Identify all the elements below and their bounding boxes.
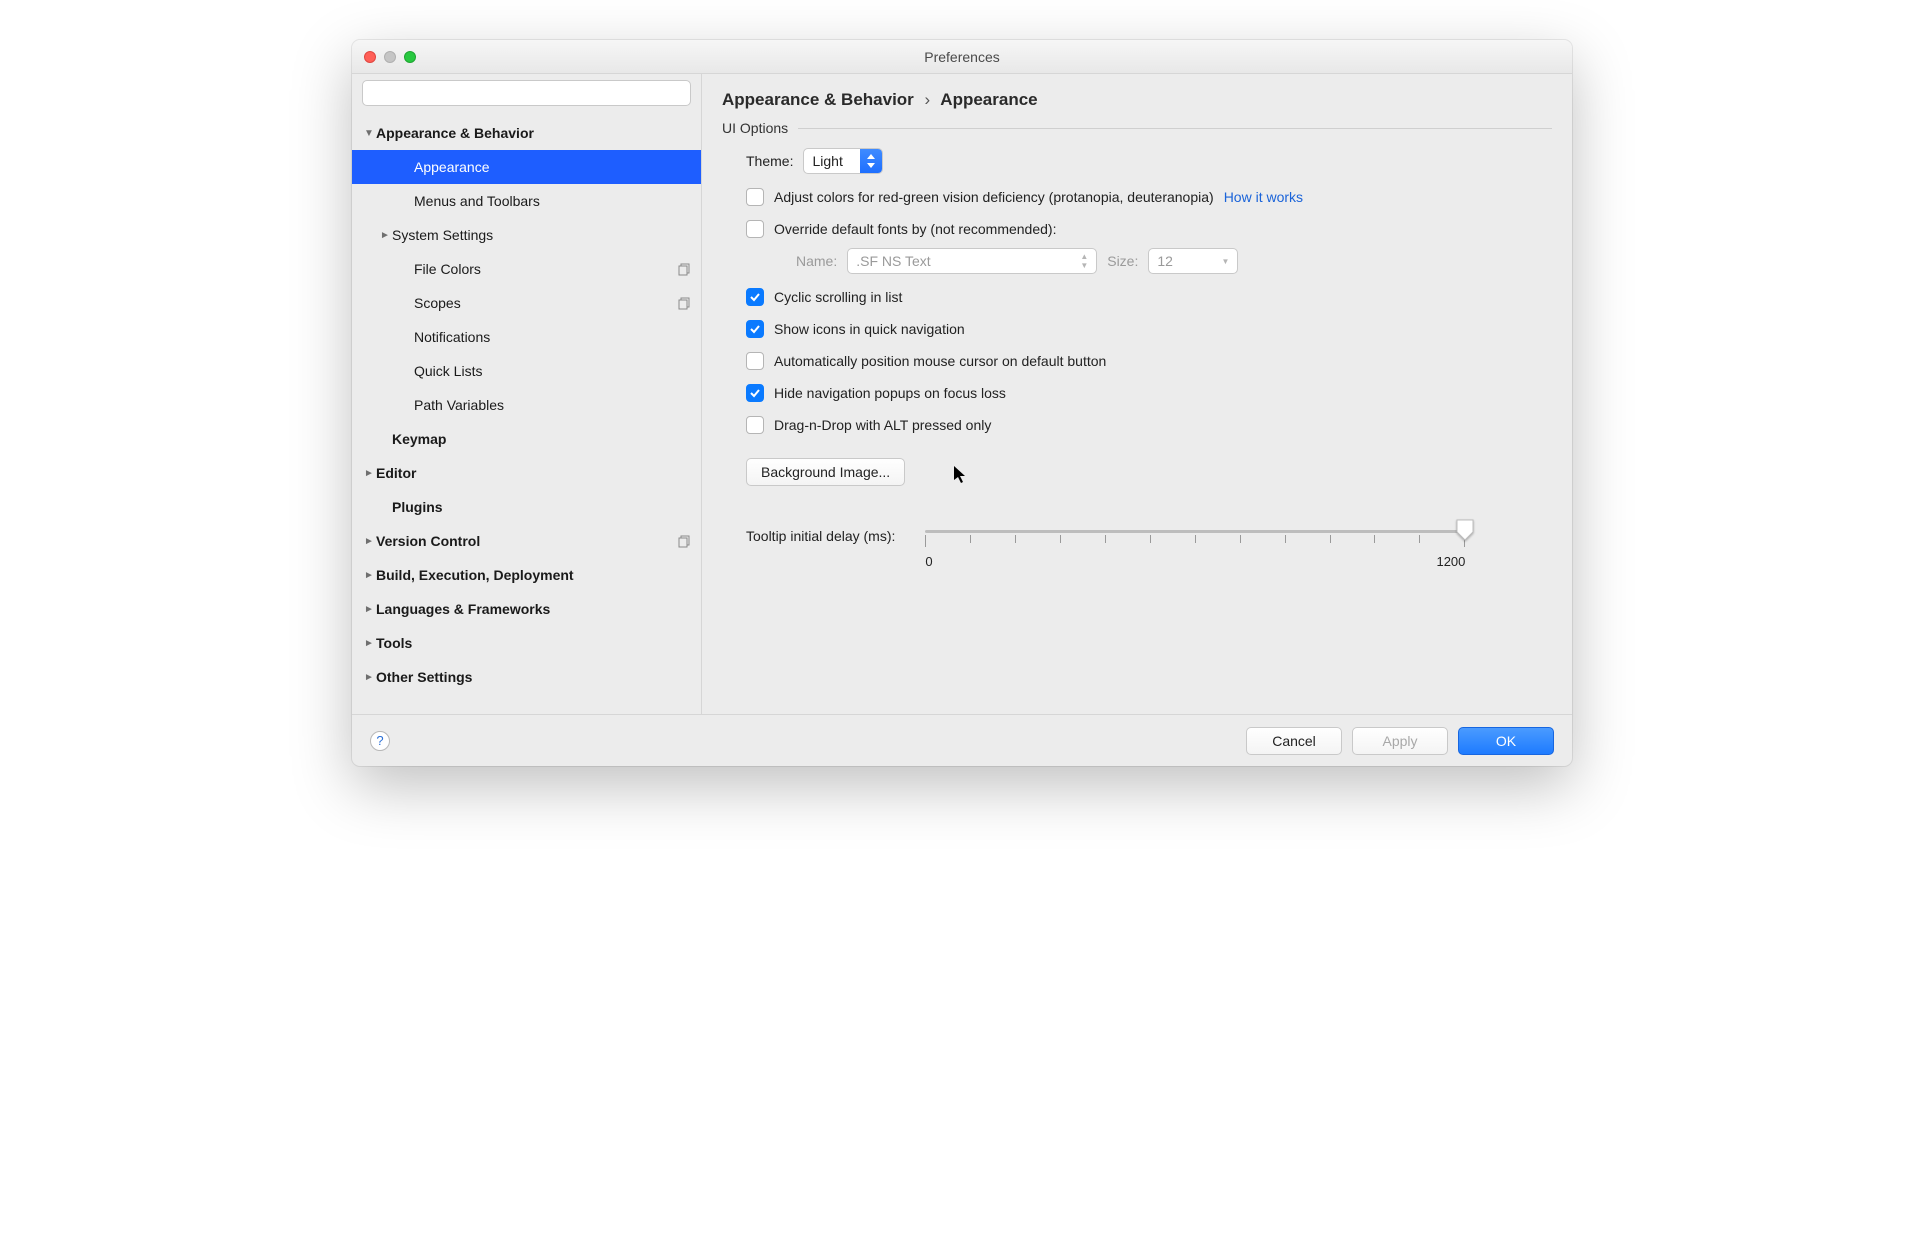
cyclic-scrolling-checkbox[interactable] xyxy=(746,288,764,306)
window-title: Preferences xyxy=(352,49,1572,65)
copy-icon xyxy=(675,263,693,276)
chevron-up-down-icon: ▲▼ xyxy=(1080,252,1088,270)
auto-mouse-checkbox[interactable] xyxy=(746,352,764,370)
sidebar-item-label: Appearance xyxy=(414,159,675,175)
theme-label: Theme: xyxy=(746,153,793,169)
sidebar-item-label: Other Settings xyxy=(376,669,675,685)
show-icons-checkbox[interactable] xyxy=(746,320,764,338)
theme-select[interactable]: Light xyxy=(803,148,883,174)
sidebar-item-label: File Colors xyxy=(414,261,675,277)
chevron-right-icon: ► xyxy=(362,604,376,615)
hide-popups-checkbox[interactable] xyxy=(746,384,764,402)
font-size-label: Size: xyxy=(1107,253,1138,269)
sidebar-item[interactable]: ►System Settings xyxy=(352,218,701,252)
ok-button[interactable]: OK xyxy=(1458,727,1554,755)
cancel-button[interactable]: Cancel xyxy=(1246,727,1342,755)
chevron-right-icon: ► xyxy=(362,536,376,547)
sidebar-item-label: Tools xyxy=(376,635,675,651)
sidebar-item-label: Languages & Frameworks xyxy=(376,601,675,617)
sidebar-item-label: Plugins xyxy=(392,499,675,515)
auto-mouse-label: Automatically position mouse cursor on d… xyxy=(774,353,1106,369)
chevron-up-down-icon xyxy=(860,149,882,173)
chevron-right-icon: ► xyxy=(362,672,376,683)
chevron-down-icon: ▼ xyxy=(1221,257,1229,266)
breadcrumb-current: Appearance xyxy=(940,90,1037,109)
section-title: UI Options xyxy=(722,120,788,136)
sidebar-item-label: Build, Execution, Deployment xyxy=(376,567,675,583)
drag-alt-checkbox[interactable] xyxy=(746,416,764,434)
sidebar-item[interactable]: ►Build, Execution, Deployment xyxy=(352,558,701,592)
divider xyxy=(798,128,1552,129)
font-size-select[interactable]: 12 ▼ xyxy=(1148,248,1238,274)
sidebar-item-label: Menus and Toolbars xyxy=(414,193,675,209)
slider-ticks xyxy=(925,535,1465,547)
titlebar: Preferences xyxy=(352,40,1572,74)
sidebar-item-label: Quick Lists xyxy=(414,363,675,379)
sidebar-item-label: System Settings xyxy=(392,227,675,243)
sidebar-item[interactable]: ►Path Variables xyxy=(352,388,701,422)
sidebar-item[interactable]: ►Editor xyxy=(352,456,701,490)
sidebar-item[interactable]: ►File Colors xyxy=(352,252,701,286)
sidebar-item[interactable]: ▼Appearance & Behavior xyxy=(352,116,701,150)
drag-alt-label: Drag-n-Drop with ALT pressed only xyxy=(774,417,991,433)
search-input[interactable] xyxy=(362,80,691,106)
breadcrumb: Appearance & Behavior › Appearance xyxy=(702,74,1572,120)
theme-value: Light xyxy=(804,153,860,169)
slider-thumb[interactable] xyxy=(1455,518,1475,542)
sidebar-item[interactable]: ►Plugins xyxy=(352,490,701,524)
sidebar-item-label: Version Control xyxy=(376,533,675,549)
cursor-icon xyxy=(954,466,968,484)
copy-icon xyxy=(675,297,693,310)
sidebar-item-label: Scopes xyxy=(414,295,675,311)
sidebar-item[interactable]: ►Languages & Frameworks xyxy=(352,592,701,626)
hide-popups-label: Hide navigation popups on focus loss xyxy=(774,385,1006,401)
slider-rail xyxy=(925,530,1465,533)
chevron-right-icon: ► xyxy=(362,468,376,479)
show-icons-label: Show icons in quick navigation xyxy=(774,321,965,337)
chevron-right-icon: ► xyxy=(378,230,392,241)
footer: ? Cancel Apply OK xyxy=(352,714,1572,766)
breadcrumb-parent: Appearance & Behavior xyxy=(722,90,914,109)
chevron-right-icon: › xyxy=(925,90,931,109)
font-size-value: 12 xyxy=(1157,253,1173,269)
sidebar-item-label: Keymap xyxy=(392,431,675,447)
how-it-works-link[interactable]: How it works xyxy=(1224,189,1303,205)
tooltip-delay-label: Tooltip initial delay (ms): xyxy=(746,522,895,544)
background-image-button[interactable]: Background Image... xyxy=(746,458,905,486)
override-fonts-label: Override default fonts by (not recommend… xyxy=(774,221,1056,237)
slider-max: 1200 xyxy=(1436,554,1465,569)
slider-min: 0 xyxy=(925,554,932,569)
sidebar-item-label: Notifications xyxy=(414,329,675,345)
cyclic-scrolling-label: Cyclic scrolling in list xyxy=(774,289,902,305)
sidebar-item[interactable]: ►Tools xyxy=(352,626,701,660)
preferences-window: Preferences ▼Appearance & Behavior►Appea… xyxy=(352,40,1572,766)
sidebar-item[interactable]: ►Other Settings xyxy=(352,660,701,694)
adjust-colors-label: Adjust colors for red-green vision defic… xyxy=(774,189,1214,205)
font-name-label: Name: xyxy=(796,253,837,269)
sidebar-item[interactable]: ►Notifications xyxy=(352,320,701,354)
copy-icon xyxy=(675,535,693,548)
tooltip-delay-slider[interactable]: 0 1200 xyxy=(925,522,1465,569)
help-button[interactable]: ? xyxy=(370,731,390,751)
main-panel: Appearance & Behavior › Appearance UI Op… xyxy=(702,74,1572,714)
sidebar-item[interactable]: ►Version Control xyxy=(352,524,701,558)
sidebar-item-label: Editor xyxy=(376,465,675,481)
sidebar-item[interactable]: ►Keymap xyxy=(352,422,701,456)
chevron-right-icon: ► xyxy=(362,570,376,581)
sidebar-item[interactable]: ►Appearance xyxy=(352,150,701,184)
font-name-value: .SF NS Text xyxy=(856,253,930,269)
settings-tree[interactable]: ▼Appearance & Behavior►Appearance►Menus … xyxy=(352,112,701,714)
sidebar: ▼Appearance & Behavior►Appearance►Menus … xyxy=(352,74,702,714)
sidebar-item[interactable]: ►Scopes xyxy=(352,286,701,320)
override-fonts-checkbox[interactable] xyxy=(746,220,764,238)
font-name-select[interactable]: .SF NS Text ▲▼ xyxy=(847,248,1097,274)
adjust-colors-checkbox[interactable] xyxy=(746,188,764,206)
chevron-down-icon: ▼ xyxy=(362,128,376,139)
chevron-right-icon: ► xyxy=(362,638,376,649)
sidebar-item-label: Appearance & Behavior xyxy=(376,125,675,141)
sidebar-item[interactable]: ►Quick Lists xyxy=(352,354,701,388)
sidebar-item[interactable]: ►Menus and Toolbars xyxy=(352,184,701,218)
sidebar-item-label: Path Variables xyxy=(414,397,675,413)
apply-button[interactable]: Apply xyxy=(1352,727,1448,755)
